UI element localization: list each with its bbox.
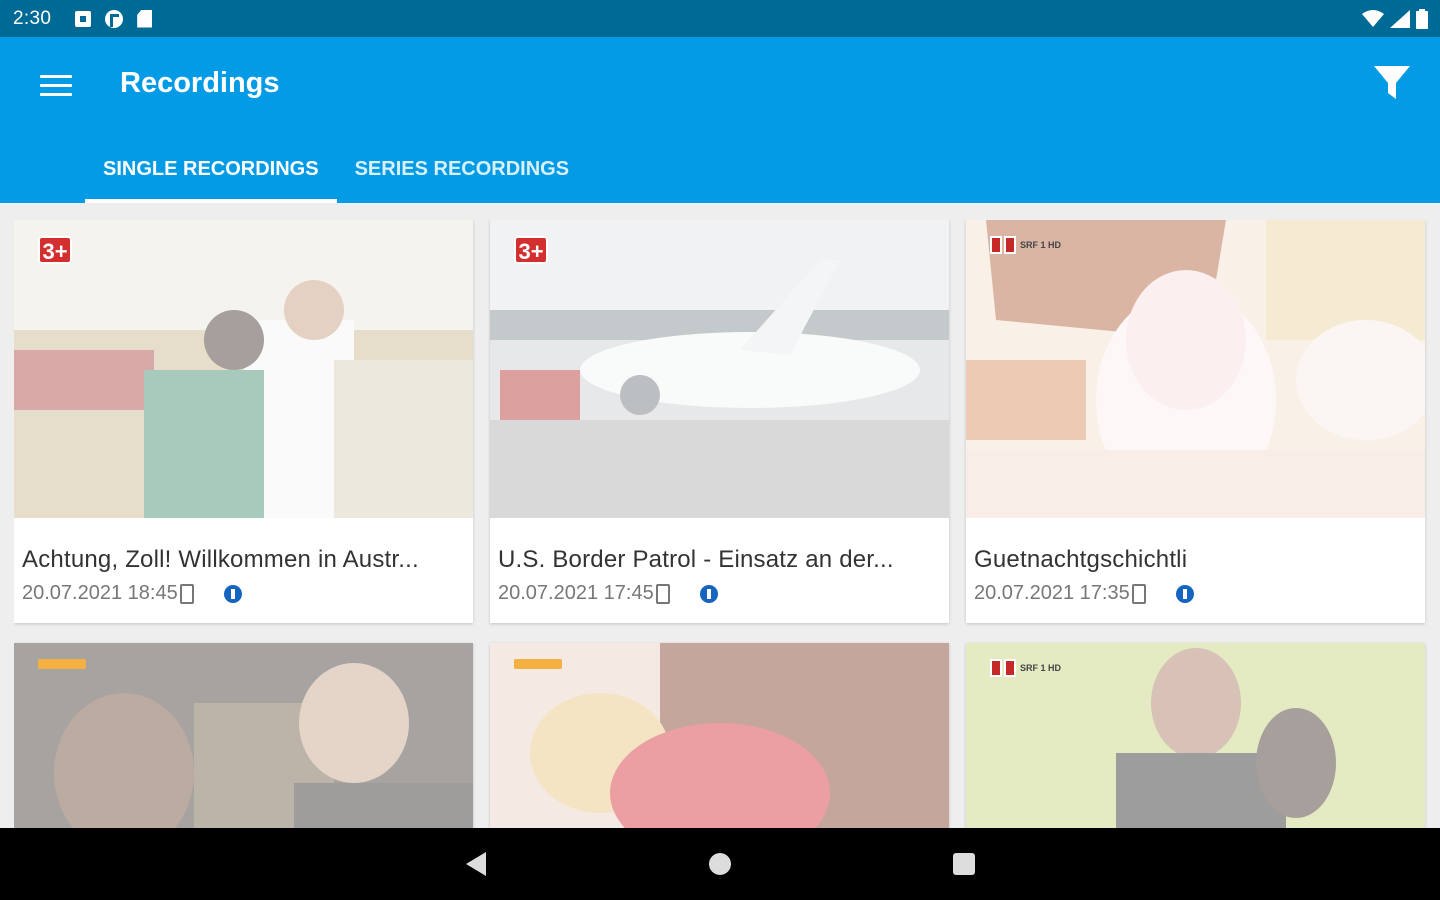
channel-logo: 3+ <box>514 236 548 264</box>
info-icon[interactable] <box>699 584 718 603</box>
hamburger-menu-icon[interactable] <box>40 75 72 97</box>
channel-logo: 3+ <box>38 236 72 264</box>
recording-title: U.S. Border Patrol - Einsatz an der... <box>498 546 894 573</box>
recording-title: Guetnachtgschichtli <box>974 546 1188 573</box>
notification-square-icon <box>75 10 92 27</box>
system-nav-bar <box>0 828 1440 900</box>
page-title: Recordings <box>120 67 280 99</box>
battery-icon <box>1416 8 1428 29</box>
recording-thumbnail: 3+ <box>14 220 473 518</box>
status-bar: 2:30 <box>0 0 1440 37</box>
vpn-icon <box>105 9 124 28</box>
tablet-device-icon <box>655 583 670 604</box>
tablet-device-icon <box>1131 583 1146 604</box>
sd-card-icon <box>137 9 153 28</box>
channel-logo <box>38 659 86 669</box>
recording-thumbnail: 3+ <box>490 220 949 518</box>
filter-icon[interactable] <box>1372 63 1412 103</box>
recording-thumbnail: SRF 1 HD <box>966 220 1425 518</box>
recording-card[interactable] <box>490 643 949 828</box>
recording-thumbnail: SRF 1 HD <box>966 643 1425 828</box>
wifi-icon <box>1362 9 1384 27</box>
recents-icon[interactable] <box>953 853 975 875</box>
recording-thumbnail <box>490 643 949 828</box>
recording-card[interactable]: SRF 1 HD Guetnachtgschichtli 20.07.2021 … <box>966 220 1425 623</box>
recording-datetime: 20.07.2021 18:45 <box>22 582 178 604</box>
recording-card[interactable]: 3+ U.S. Border Patrol - Einsatz an der..… <box>490 220 949 623</box>
recording-card[interactable]: 3+ Achtung, Zoll! Willkommen in Austr...… <box>14 220 473 623</box>
tab-series-recordings[interactable]: SERIES RECORDINGS <box>337 147 587 203</box>
recording-title: Achtung, Zoll! Willkommen in Austr... <box>22 546 419 573</box>
app-bar: Recordings SINGLE RECORDINGS SERIES RECO… <box>0 37 1440 203</box>
channel-logo <box>514 659 562 669</box>
back-icon[interactable] <box>466 852 486 876</box>
info-icon[interactable] <box>1175 584 1194 603</box>
info-icon[interactable] <box>223 584 242 603</box>
recordings-grid: 3+ Achtung, Zoll! Willkommen in Austr...… <box>14 220 1428 828</box>
recording-card[interactable]: SRF 1 HD <box>966 643 1425 828</box>
channel-logo: SRF 1 HD <box>990 236 1061 254</box>
status-time: 2:30 <box>13 7 52 29</box>
channel-logo: SRF 1 HD <box>990 659 1061 677</box>
recording-thumbnail <box>14 643 473 828</box>
recording-datetime: 20.07.2021 17:35 <box>974 582 1130 604</box>
home-icon[interactable] <box>709 853 731 875</box>
recording-card[interactable] <box>14 643 473 828</box>
tablet-device-icon <box>179 583 194 604</box>
signal-icon <box>1390 9 1410 28</box>
recording-datetime: 20.07.2021 17:45 <box>498 582 654 604</box>
recordings-tabs: SINGLE RECORDINGS SERIES RECORDINGS <box>85 147 587 203</box>
tab-single-recordings[interactable]: SINGLE RECORDINGS <box>85 147 337 203</box>
